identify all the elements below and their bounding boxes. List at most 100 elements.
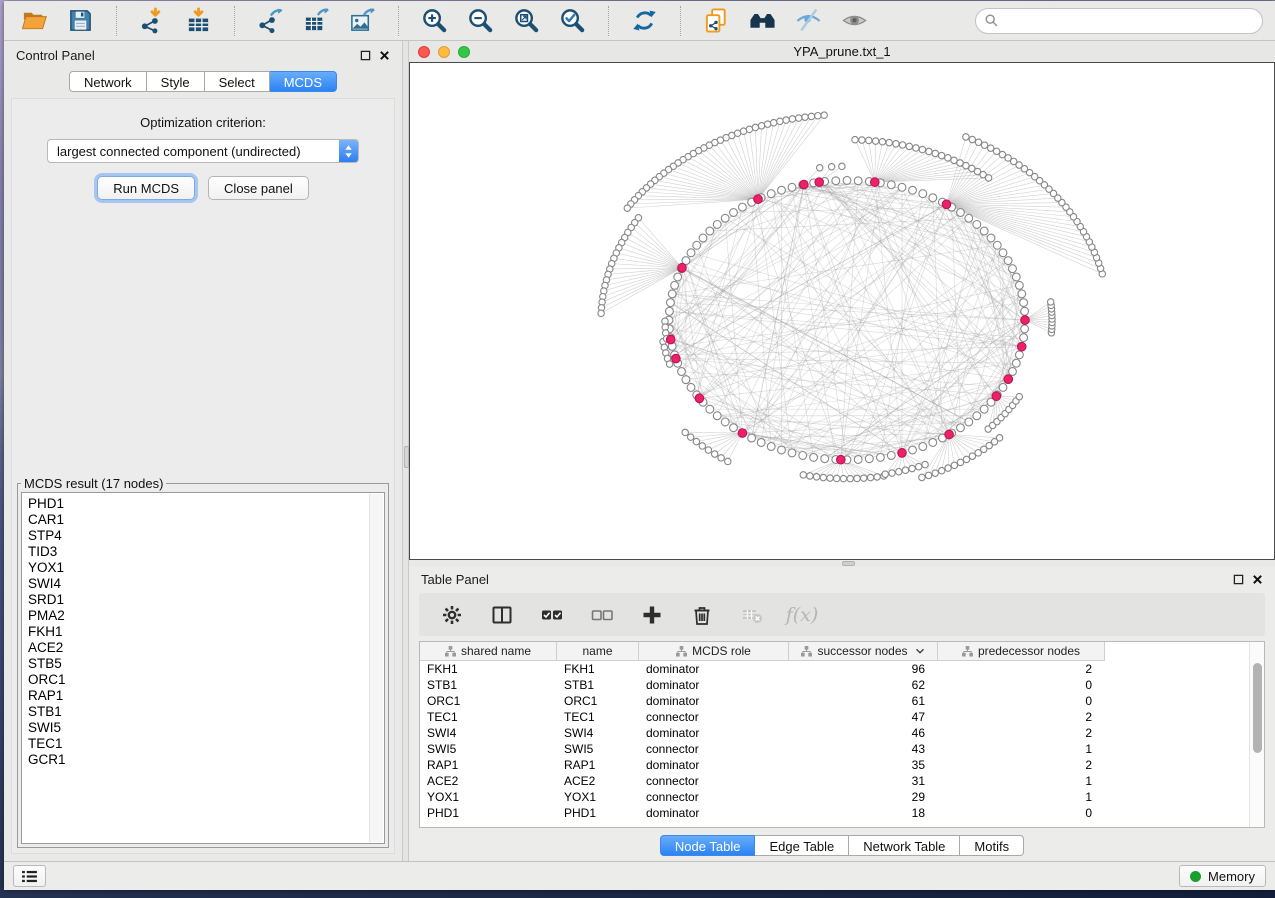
export-table-button[interactable]	[298, 5, 334, 37]
network-canvas[interactable]	[409, 62, 1275, 560]
export-network-button[interactable]	[252, 5, 288, 37]
ring-node[interactable]	[757, 439, 765, 447]
leaf-node[interactable]	[802, 114, 808, 120]
ring-node[interactable]	[919, 190, 927, 198]
leaf-node[interactable]	[963, 456, 969, 462]
mcds-node-item[interactable]: PMA2	[28, 608, 384, 624]
mcds-node-item[interactable]: RAP1	[28, 688, 384, 704]
table-scrollbar-thumb[interactable]	[1253, 663, 1262, 753]
cell-predecessor-nodes[interactable]: 2	[938, 758, 1105, 772]
leaf-node[interactable]	[886, 139, 892, 145]
ring-node[interactable]	[999, 249, 1007, 257]
leaf-node[interactable]	[1048, 299, 1054, 305]
leaf-node[interactable]	[882, 471, 888, 477]
table-row[interactable]: SWI4SWI4dominator462	[420, 725, 1105, 741]
table-row[interactable]: TEC1TEC1connector472	[420, 709, 1105, 725]
ring-node[interactable]	[748, 434, 756, 442]
export-image-button[interactable]	[344, 5, 380, 37]
table-row[interactable]: SWI5SWI5connector431	[420, 741, 1105, 757]
leaf-node[interactable]	[874, 474, 880, 480]
cell-name[interactable]: ACE2	[557, 774, 639, 788]
leaf-node[interactable]	[938, 152, 944, 158]
column-header-shared-name[interactable]: shared name	[420, 642, 557, 660]
ring-node[interactable]	[706, 405, 714, 413]
ring-node[interactable]	[730, 424, 738, 432]
leaf-node[interactable]	[957, 160, 963, 166]
leaf-node[interactable]	[854, 475, 860, 481]
leaf-node[interactable]	[827, 475, 833, 481]
table-row[interactable]: FKH1FKH1dominator962	[420, 661, 1105, 677]
leaf-node[interactable]	[693, 438, 699, 444]
mcds-node-item[interactable]: TID3	[28, 544, 384, 560]
ring-node[interactable]	[877, 453, 885, 461]
cell-successor-nodes[interactable]: 43	[789, 742, 938, 756]
cell-successor-nodes[interactable]: 62	[789, 678, 938, 692]
mcds-hub-node[interactable]	[666, 335, 675, 344]
cell-name[interactable]: FKH1	[557, 662, 639, 676]
mcds-hub-node[interactable]	[898, 449, 907, 458]
mcds-hub-node[interactable]	[837, 455, 846, 464]
leaf-node[interactable]	[817, 165, 823, 171]
leaf-node[interactable]	[834, 475, 840, 481]
leaf-node[interactable]	[624, 205, 630, 211]
show-all-button[interactable]	[836, 5, 872, 37]
cell-shared-name[interactable]: YOX1	[420, 790, 557, 804]
cell-name[interactable]: PHD1	[557, 806, 639, 820]
cell-predecessor-nodes[interactable]: 2	[938, 662, 1105, 676]
mcds-hub-node[interactable]	[1021, 316, 1030, 325]
ring-node[interactable]	[730, 209, 738, 217]
leaf-node[interactable]	[847, 475, 853, 481]
cell-shared-name[interactable]: STB1	[420, 678, 557, 692]
leaf-node[interactable]	[725, 458, 731, 464]
leaf-node[interactable]	[808, 113, 814, 119]
optimization-criterion-select[interactable]: largest connected component (undirected)	[47, 139, 359, 163]
cell-shared-name[interactable]: RAP1	[420, 758, 557, 772]
cell-mcds-role[interactable]: connector	[639, 790, 789, 804]
close-panel-button[interactable]: Close panel	[208, 176, 309, 200]
run-mcds-button[interactable]: Run MCDS	[97, 176, 195, 200]
ring-node[interactable]	[721, 214, 729, 222]
tab-network-table[interactable]: Network Table	[849, 835, 960, 856]
leaf-node[interactable]	[981, 142, 987, 148]
ring-node[interactable]	[706, 227, 714, 235]
mcds-hub-node[interactable]	[678, 263, 687, 272]
cell-mcds-role[interactable]: connector	[639, 774, 789, 788]
ring-node[interactable]	[667, 299, 675, 307]
leaf-node[interactable]	[598, 310, 604, 316]
zoom-fit-button[interactable]	[508, 5, 544, 37]
cell-successor-nodes[interactable]: 61	[789, 694, 938, 708]
leaf-node[interactable]	[919, 474, 925, 480]
memory-button[interactable]: Memory	[1179, 865, 1266, 887]
leaf-node[interactable]	[828, 164, 834, 170]
vertical-splitter[interactable]	[402, 41, 409, 861]
close-table-panel-icon[interactable]	[1252, 574, 1263, 585]
leaf-node[interactable]	[926, 148, 932, 154]
cell-predecessor-nodes[interactable]: 1	[938, 790, 1105, 804]
leaf-node[interactable]	[945, 155, 951, 161]
cell-mcds-role[interactable]: dominator	[639, 726, 789, 740]
ring-node[interactable]	[1016, 351, 1024, 359]
leaf-node[interactable]	[821, 112, 827, 118]
ring-node[interactable]	[713, 221, 721, 229]
mcds-node-item[interactable]: PHD1	[28, 496, 384, 512]
save-session-button[interactable]	[62, 5, 98, 37]
panel-list-button[interactable]	[13, 865, 46, 887]
ring-node[interactable]	[832, 177, 840, 185]
ring-node[interactable]	[1021, 307, 1029, 315]
table-scrollbar[interactable]	[1249, 642, 1264, 827]
tab-motifs[interactable]: Motifs	[960, 835, 1024, 856]
ring-node[interactable]	[687, 383, 695, 391]
cell-mcds-role[interactable]: dominator	[639, 662, 789, 676]
ring-node[interactable]	[721, 418, 729, 426]
network-graph[interactable]	[410, 63, 1274, 559]
ring-node[interactable]	[799, 451, 807, 459]
ring-node[interactable]	[682, 376, 690, 384]
mcds-node-item[interactable]: SRD1	[28, 592, 384, 608]
mcds-hub-node[interactable]	[695, 394, 704, 403]
ring-node[interactable]	[887, 181, 895, 189]
float-panel-icon[interactable]	[360, 50, 371, 61]
deselect-all-rows-button[interactable]	[589, 602, 615, 628]
ring-node[interactable]	[919, 443, 927, 451]
mcds-node-item[interactable]: STB1	[28, 704, 384, 720]
leaf-node[interactable]	[796, 115, 802, 121]
